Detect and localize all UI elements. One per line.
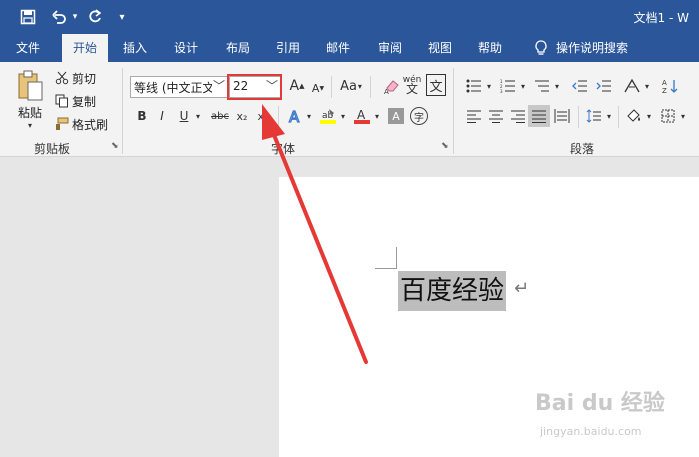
baidu-watermark-url: jingyan.baidu.com	[540, 425, 642, 438]
baidu-watermark: Bai du 经验	[535, 391, 665, 416]
